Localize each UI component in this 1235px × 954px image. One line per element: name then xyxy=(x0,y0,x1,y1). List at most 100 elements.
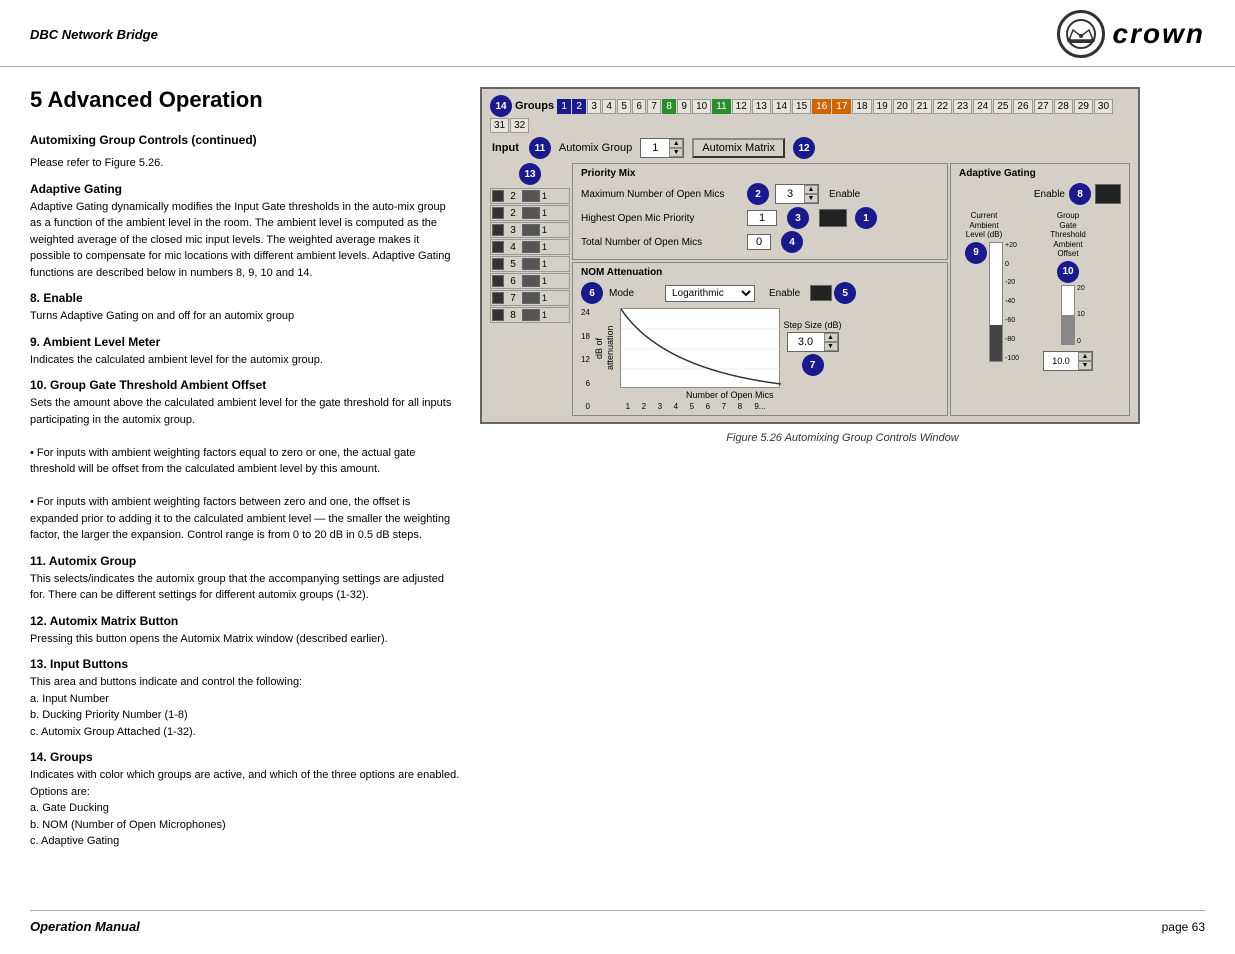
automix-group-up[interactable]: ▲ xyxy=(669,139,683,148)
section-ambient-content: Indicates the calculated ambient level f… xyxy=(30,352,460,369)
group-12[interactable]: 12 xyxy=(732,99,751,114)
priority-mix-panel: Priority Mix Maximum Number of Open Mics… xyxy=(572,163,948,260)
badge-5: 5 xyxy=(834,282,856,304)
section-ambient-title: 9. Ambient Level Meter xyxy=(30,335,460,349)
crown-text: crown xyxy=(1113,18,1205,50)
group-27[interactable]: 27 xyxy=(1034,99,1053,114)
group-13[interactable]: 13 xyxy=(752,99,771,114)
group-6[interactable]: 6 xyxy=(632,99,646,114)
group-3[interactable]: 3 xyxy=(587,99,601,114)
step-size-down[interactable]: ▼ xyxy=(824,342,838,351)
automix-matrix-button[interactable]: Automix Matrix xyxy=(692,138,785,158)
highest-open-mic-spinbox[interactable] xyxy=(747,210,777,226)
group-19[interactable]: 19 xyxy=(873,99,892,114)
offset-down[interactable]: ▼ xyxy=(1078,361,1092,370)
group-18[interactable]: 18 xyxy=(852,99,871,114)
channel-led-1 xyxy=(492,190,504,202)
group-20[interactable]: 20 xyxy=(893,99,912,114)
group-11[interactable]: 11 xyxy=(712,99,730,114)
automix-group-label: Automix Group xyxy=(559,142,632,154)
channels-column: 13 2 1 2 1 xyxy=(490,163,570,416)
group-26[interactable]: 26 xyxy=(1013,99,1032,114)
step-size-spinbox[interactable]: ▲ ▼ xyxy=(787,332,839,352)
badge-7: 7 xyxy=(802,354,824,376)
nom-attenuation-panel: NOM Attenuation 6 Mode Logarithmic Linea… xyxy=(572,262,948,416)
channel-meter-7 xyxy=(522,292,540,304)
section-automix-content: Please refer to Figure 5.26. xyxy=(30,155,460,172)
x-axis-ticks: 1 2 3 4 5 6 7 8 9... xyxy=(620,402,842,411)
current-ambient-label: Current AmbientLevel (dB) xyxy=(959,211,1009,240)
group-22[interactable]: 22 xyxy=(933,99,952,114)
max-open-mics-value[interactable] xyxy=(776,187,804,201)
channel-row-3: 3 1 xyxy=(490,222,570,238)
group-29[interactable]: 29 xyxy=(1074,99,1093,114)
badge-1: 1 xyxy=(855,207,877,229)
nom-enable-indicator xyxy=(810,285,832,301)
highest-open-mic-value[interactable] xyxy=(748,211,776,225)
step-size-up[interactable]: ▲ xyxy=(824,333,838,342)
group-24[interactable]: 24 xyxy=(973,99,992,114)
badge-2: 2 xyxy=(747,183,769,205)
group-30[interactable]: 30 xyxy=(1094,99,1113,114)
group-8[interactable]: 8 xyxy=(662,99,676,114)
offset-meter xyxy=(1061,285,1075,345)
group-28[interactable]: 28 xyxy=(1054,99,1073,114)
group-5[interactable]: 5 xyxy=(617,99,631,114)
diagram-column: 14 Groups 1 2 3 4 5 6 7 8 9 10 11 12 13 … xyxy=(480,87,1205,854)
group-14[interactable]: 14 xyxy=(772,99,791,114)
group-2[interactable]: 2 xyxy=(572,99,586,114)
offset-value[interactable] xyxy=(1044,355,1078,367)
header-title: DBC Network Bridge xyxy=(30,27,158,42)
automix-group-value[interactable] xyxy=(641,141,669,155)
channel-row-4: 4 1 xyxy=(490,239,570,255)
highest-open-mic-label: Highest Open Mic Priority xyxy=(581,213,741,224)
group-9[interactable]: 9 xyxy=(677,99,691,114)
group-4[interactable]: 4 xyxy=(602,99,616,114)
group-23[interactable]: 23 xyxy=(953,99,972,114)
group-32[interactable]: 32 xyxy=(510,118,529,133)
badge-14: 14 xyxy=(490,95,512,117)
group-16[interactable]: 16 xyxy=(812,99,831,114)
badge-10: 10 xyxy=(1057,261,1079,283)
channel-meter-8 xyxy=(522,309,540,321)
max-open-mics-up[interactable]: ▲ xyxy=(804,185,818,194)
y-axis-label: dB ofattenuation xyxy=(594,308,616,388)
channel-meter-6 xyxy=(522,275,540,287)
total-open-mics-row: Total Number of Open Mics 0 4 xyxy=(581,231,939,253)
section-matrix-content: Pressing this button opens the Automix M… xyxy=(30,631,460,648)
nom-mode-select[interactable]: Logarithmic Linear Off xyxy=(665,285,755,302)
group-17[interactable]: 17 xyxy=(832,99,851,114)
group-10[interactable]: 10 xyxy=(692,99,711,114)
step-size-value[interactable] xyxy=(788,335,824,349)
footer: Operation Manual page 63 xyxy=(30,910,1205,934)
offset-up[interactable]: ▲ xyxy=(1078,352,1092,361)
group-1[interactable]: 1 xyxy=(557,99,571,114)
badge-8: 8 xyxy=(1069,183,1091,205)
channel-meter-2 xyxy=(522,207,540,219)
max-open-mics-spinbox[interactable]: ▲ ▼ xyxy=(775,184,819,204)
adaptive-enable-label: Enable xyxy=(1034,189,1065,200)
channel-row-1: 2 1 xyxy=(490,188,570,204)
x-axis-label: Number of Open Mics xyxy=(618,390,842,400)
group-25[interactable]: 25 xyxy=(993,99,1012,114)
section-matrix-title: 12. Automix Matrix Button xyxy=(30,614,460,628)
automix-group-down[interactable]: ▼ xyxy=(669,148,683,157)
badge-4: 4 xyxy=(781,231,803,253)
center-panels: Priority Mix Maximum Number of Open Mics… xyxy=(572,163,948,416)
channel-row-6: 6 1 xyxy=(490,273,570,289)
automix-group-spinbox[interactable]: ▲ ▼ xyxy=(640,138,684,158)
channel-meter-3 xyxy=(522,224,540,236)
adaptive-enable-indicator xyxy=(1095,184,1121,204)
section-adaptive-content: Adaptive Gating dynamically modifies the… xyxy=(30,199,460,282)
section-enable-title: 8. Enable xyxy=(30,291,460,305)
group-7[interactable]: 7 xyxy=(647,99,661,114)
section-threshold-title: 10. Group Gate Threshold Ambient Offset xyxy=(30,378,460,392)
input-label: Input xyxy=(492,142,519,154)
group-21[interactable]: 21 xyxy=(913,99,932,114)
group-31[interactable]: 31 xyxy=(490,118,509,133)
total-open-mics-label: Total Number of Open Mics xyxy=(581,237,741,248)
group-15[interactable]: 15 xyxy=(792,99,811,114)
offset-spinbox[interactable]: ▲ ▼ xyxy=(1043,351,1093,371)
badge-6: 6 xyxy=(581,282,603,304)
max-open-mics-down[interactable]: ▼ xyxy=(804,194,818,203)
